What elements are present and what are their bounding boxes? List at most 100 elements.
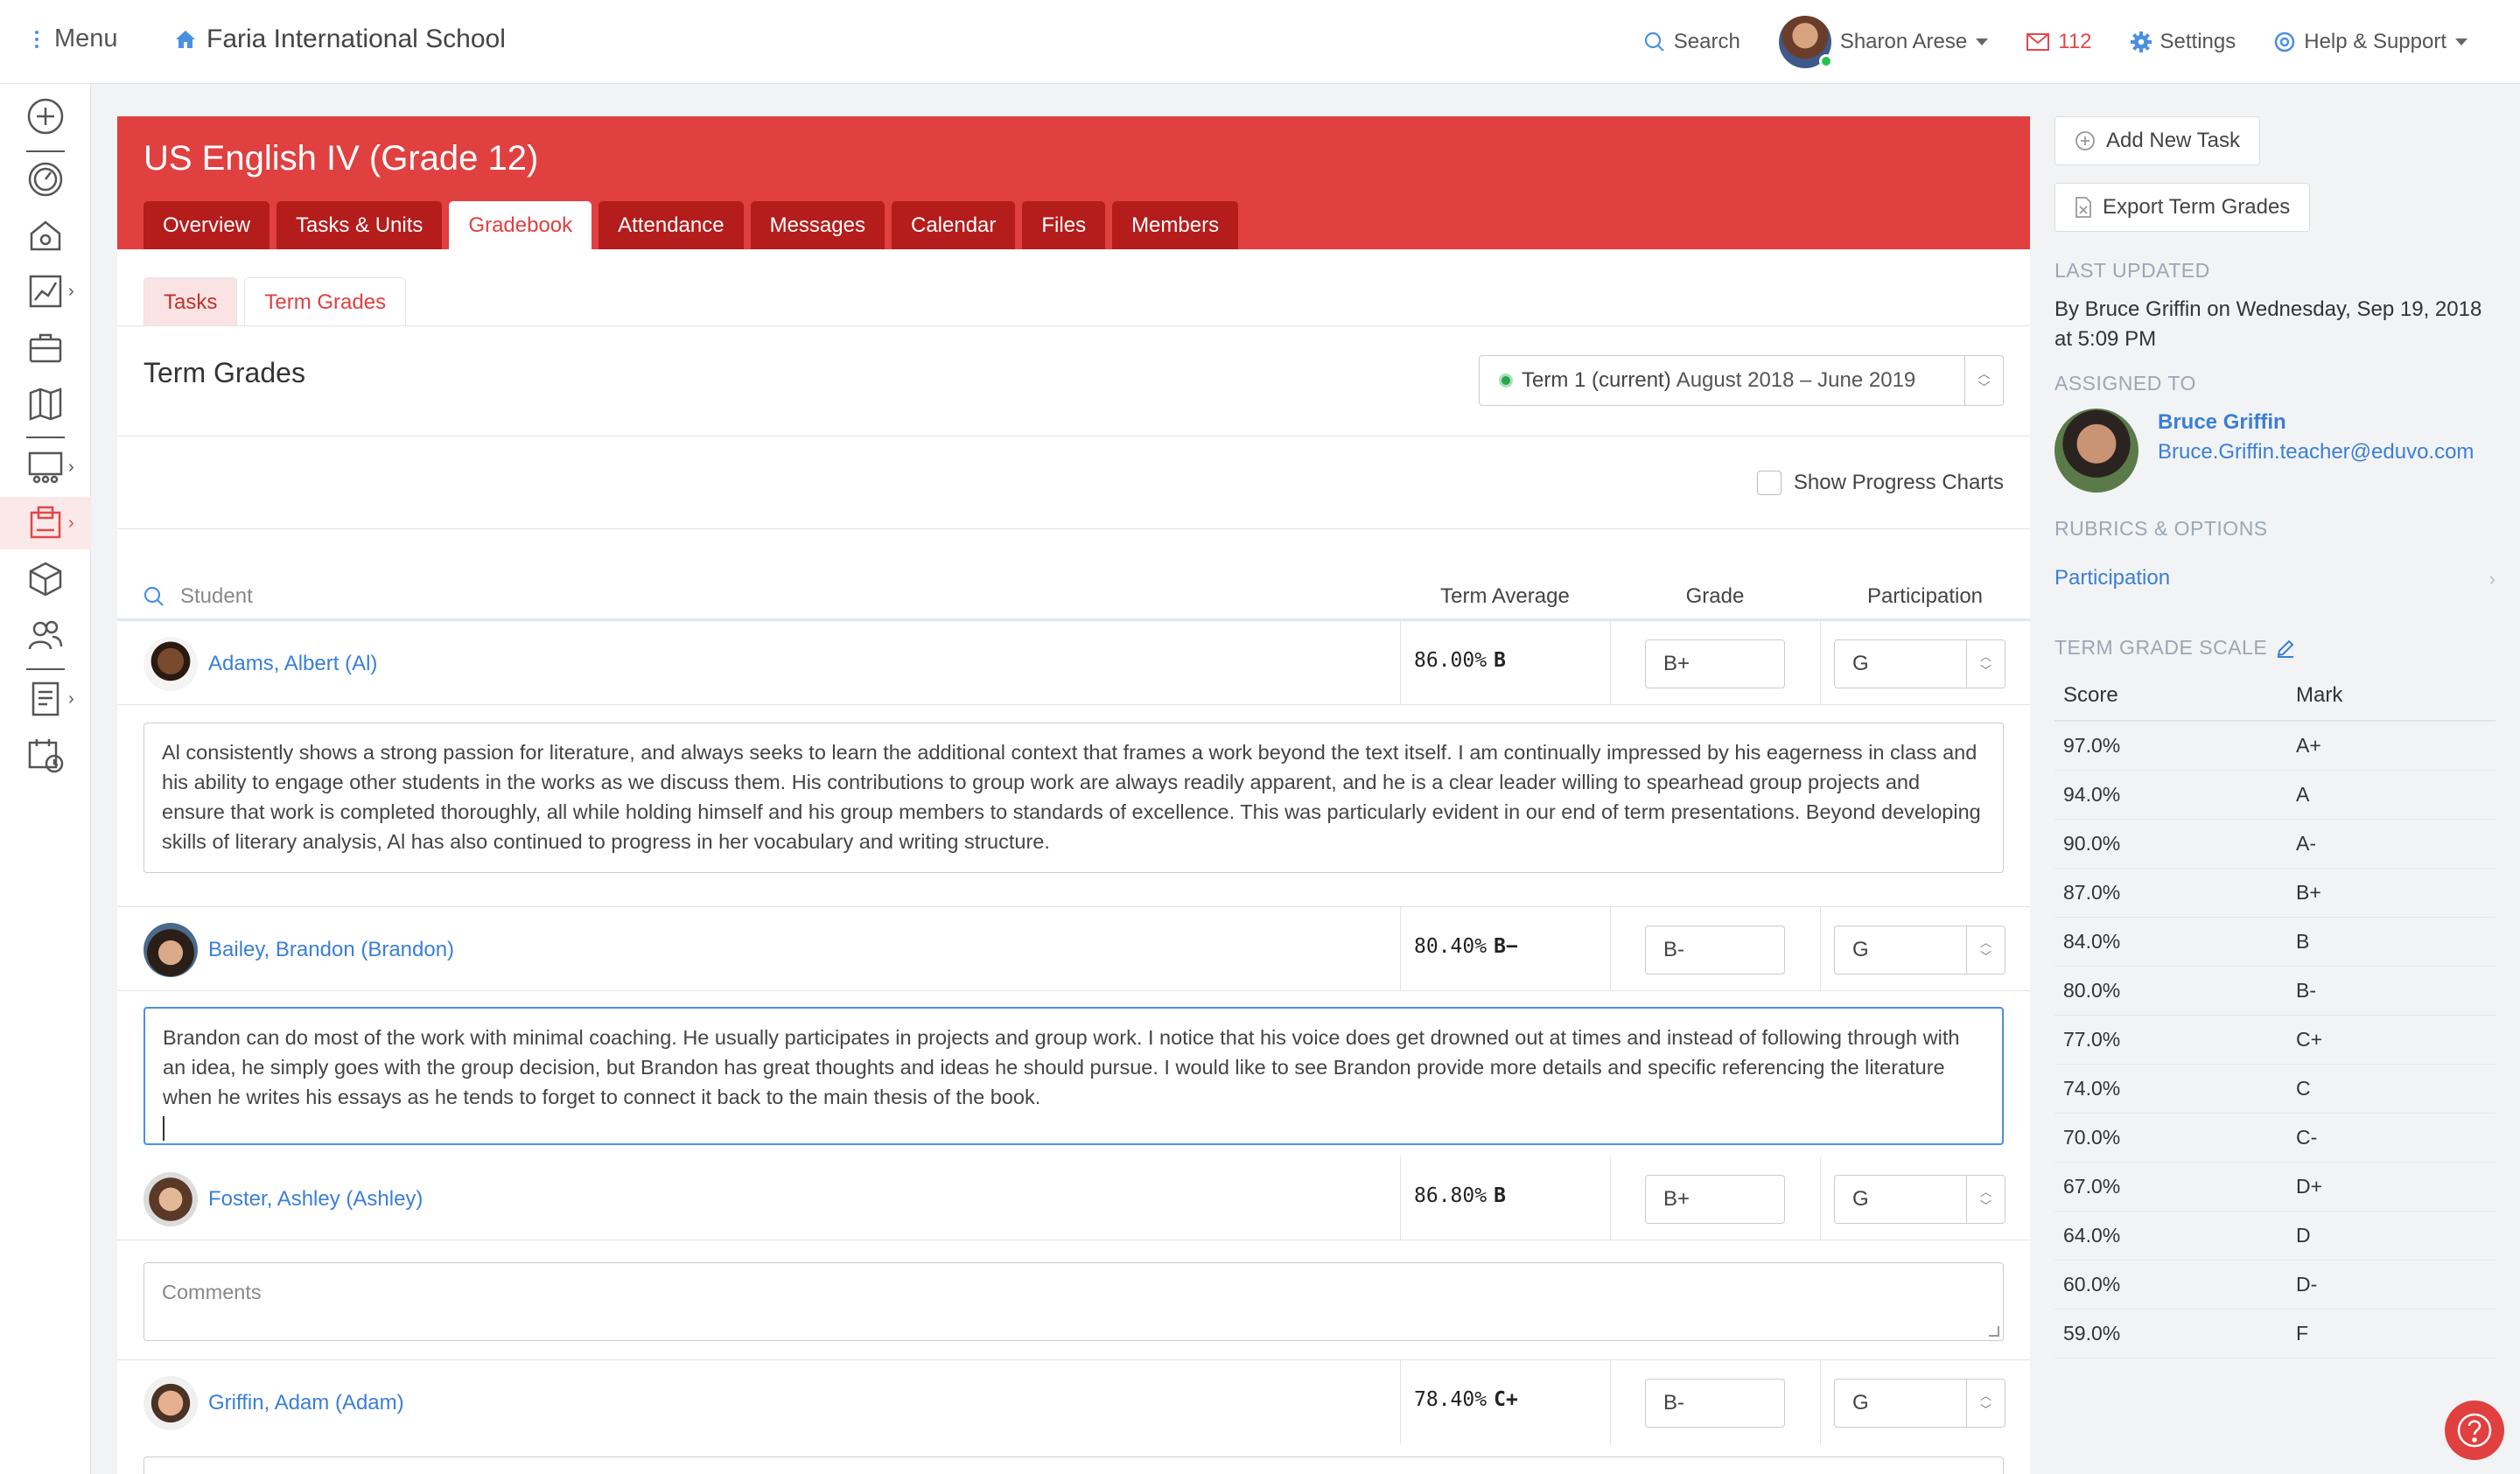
help-label: Help & Support	[2304, 30, 2446, 53]
course-tabs: Overview Tasks & Units Gradebook Attenda…	[144, 201, 1239, 249]
users-icon	[28, 620, 63, 650]
tab-members[interactable]: Members	[1112, 201, 1239, 249]
show-progress-charts-toggle[interactable]: Show Progress Charts	[1756, 471, 2004, 495]
student-name: Foster, Ashley (Ashley)	[208, 1187, 424, 1211]
participation-select[interactable]: G ︿ ﹀	[1834, 926, 2006, 975]
sidebar-item-community[interactable]	[0, 609, 91, 661]
select-arrows-icon: ︿ ﹀	[1966, 1176, 2005, 1223]
comment-textarea[interactable]	[144, 1457, 2004, 1474]
file-icon	[2076, 197, 2091, 218]
grade-input[interactable]: B+	[1645, 639, 1785, 688]
participation-select[interactable]: G ︿ ﹀	[1834, 1379, 2006, 1428]
school-name: Faria International School	[206, 24, 506, 53]
sidebar-item-create[interactable]	[0, 90, 91, 143]
add-new-task-button[interactable]: Add New Task	[2054, 116, 2260, 165]
subtab-term-grades[interactable]: Term Grades	[244, 277, 407, 326]
sidebar-divider	[26, 150, 65, 152]
sidebar-item-attendance[interactable]	[0, 729, 91, 781]
search-icon	[144, 586, 164, 606]
comment-textarea[interactable]: Comments	[144, 1262, 2004, 1341]
table-row: Adams, Albert (Al) 86.00% B B+ G ︿ ﹀	[117, 621, 2030, 705]
table-header: Student Term Average Grade Participation	[117, 574, 2030, 619]
search-button[interactable]: Search	[1644, 30, 1740, 54]
progress-charts-checkbox[interactable]	[1756, 471, 1782, 495]
grade-scale-row: 74.0% C	[2054, 1065, 2496, 1114]
menu-label: Menu	[54, 24, 118, 52]
settings-label: Settings	[2160, 30, 2236, 53]
participation-rubric-link[interactable]: Participation ›	[2054, 566, 2496, 590]
sidebar-item-curriculum[interactable]	[0, 377, 91, 430]
caret-down-icon	[1976, 38, 1989, 45]
plus-circle-icon	[2076, 131, 2095, 150]
term-select[interactable]: Term 1 (current) August 2018 – June 2019…	[1479, 355, 2004, 406]
student-link[interactable]: Foster, Ashley (Ashley)	[144, 1172, 423, 1226]
resize-handle[interactable]	[1989, 1326, 1999, 1337]
grade-scale-row: 64.0% D	[2054, 1212, 2496, 1261]
mail-button[interactable]: 112	[2026, 30, 2092, 54]
cell-divider	[1400, 1156, 1401, 1240]
online-status-dot	[1818, 54, 1833, 68]
course-header: US English IV (Grade 12) Overview Tasks …	[117, 116, 2030, 249]
add-new-task-label: Add New Task	[2106, 129, 2240, 152]
pencil-icon[interactable]	[2276, 639, 2295, 658]
term-label: Term 1 (current)	[1522, 368, 1671, 392]
assignee-name-link[interactable]: Bruce Griffin	[2158, 410, 2286, 435]
comment-textarea[interactable]: Brandon can do most of the work with min…	[144, 1007, 2004, 1145]
sidebar: › › › ›	[0, 84, 91, 1474]
select-arrows-icon: ︿ ﹀	[1966, 926, 2005, 974]
help-support-menu[interactable]: Help & Support	[2274, 30, 2468, 54]
term-average: 86.80% B	[1414, 1184, 1506, 1207]
comment-textarea[interactable]: Al consistently shows a strong passion f…	[144, 723, 2004, 873]
sidebar-item-analytics[interactable]: ›	[0, 265, 91, 318]
assignee-email-link[interactable]: Bruce.Griffin.teacher@eduvo.com	[2158, 440, 2474, 465]
grade-input[interactable]: B-	[1645, 926, 1785, 975]
col-grade: Grade	[1685, 584, 1745, 608]
tab-gradebook[interactable]: Gradebook	[449, 201, 592, 249]
student-name: Adams, Albert (Al)	[208, 652, 378, 675]
grade-input[interactable]: B-	[1645, 1379, 1785, 1428]
subtab-tasks[interactable]: Tasks	[144, 277, 238, 326]
tab-attendance[interactable]: Attendance	[598, 201, 744, 249]
portfolio-icon	[30, 220, 61, 251]
tab-tasks-units[interactable]: Tasks & Units	[276, 201, 443, 249]
avatar	[144, 637, 198, 691]
chevron-right-icon: ›	[68, 513, 74, 533]
sidebar-item-classes[interactable]: ›	[0, 441, 91, 493]
sidebar-item-dashboard[interactable]	[0, 153, 91, 206]
settings-button[interactable]: Settings	[2130, 30, 2236, 54]
tab-calendar[interactable]: Calendar	[891, 201, 1016, 249]
avatar	[2054, 409, 2138, 492]
cell-divider	[1820, 1156, 1821, 1240]
student-link[interactable]: Adams, Albert (Al)	[144, 637, 377, 691]
divider	[117, 325, 2030, 326]
term-average: 80.40% B−	[1414, 935, 1518, 958]
current-term-indicator	[1499, 374, 1513, 388]
menu-button[interactable]: Menu	[35, 24, 118, 53]
tab-overview[interactable]: Overview	[144, 201, 270, 249]
student-link[interactable]: Bailey, Brandon (Brandon)	[144, 923, 454, 977]
tab-files[interactable]: Files	[1022, 201, 1106, 249]
sidebar-item-portfolio[interactable]	[0, 321, 91, 374]
top-bar: Menu Faria International School Search S…	[0, 0, 2520, 84]
col-score: Score	[2063, 683, 2118, 707]
main-panel: US English IV (Grade 12) Overview Tasks …	[117, 116, 2030, 1474]
student-link[interactable]: Griffin, Adam (Adam)	[144, 1376, 404, 1430]
grade-input[interactable]: B+	[1645, 1175, 1785, 1224]
tab-messages[interactable]: Messages	[750, 201, 885, 249]
participation-select[interactable]: G ︿ ﹀	[1834, 639, 2006, 688]
avatar	[144, 1376, 198, 1430]
grade-scale-row: 94.0% A	[2054, 771, 2496, 820]
export-term-grades-button[interactable]: Export Term Grades	[2054, 183, 2311, 232]
user-menu[interactable]: Sharon Arese	[1778, 16, 1989, 68]
help-button[interactable]	[2445, 1401, 2504, 1460]
sidebar-item-gradebook[interactable]: ›	[0, 497, 91, 549]
sidebar-item-home[interactable]	[0, 209, 91, 262]
sidebar-item-reports[interactable]: ›	[0, 673, 91, 725]
select-arrows-icon: ︿ ﹀	[1966, 1380, 2005, 1427]
progress-charts-label: Show Progress Charts	[1793, 471, 2004, 494]
school-link[interactable]: Faria International School	[175, 24, 506, 54]
sidebar-item-resources[interactable]	[0, 553, 91, 605]
grade-scale-row: 59.0% F	[2054, 1310, 2496, 1359]
participation-select[interactable]: G ︿ ﹀	[1834, 1175, 2006, 1224]
student-search[interactable]: Student	[144, 584, 253, 609]
